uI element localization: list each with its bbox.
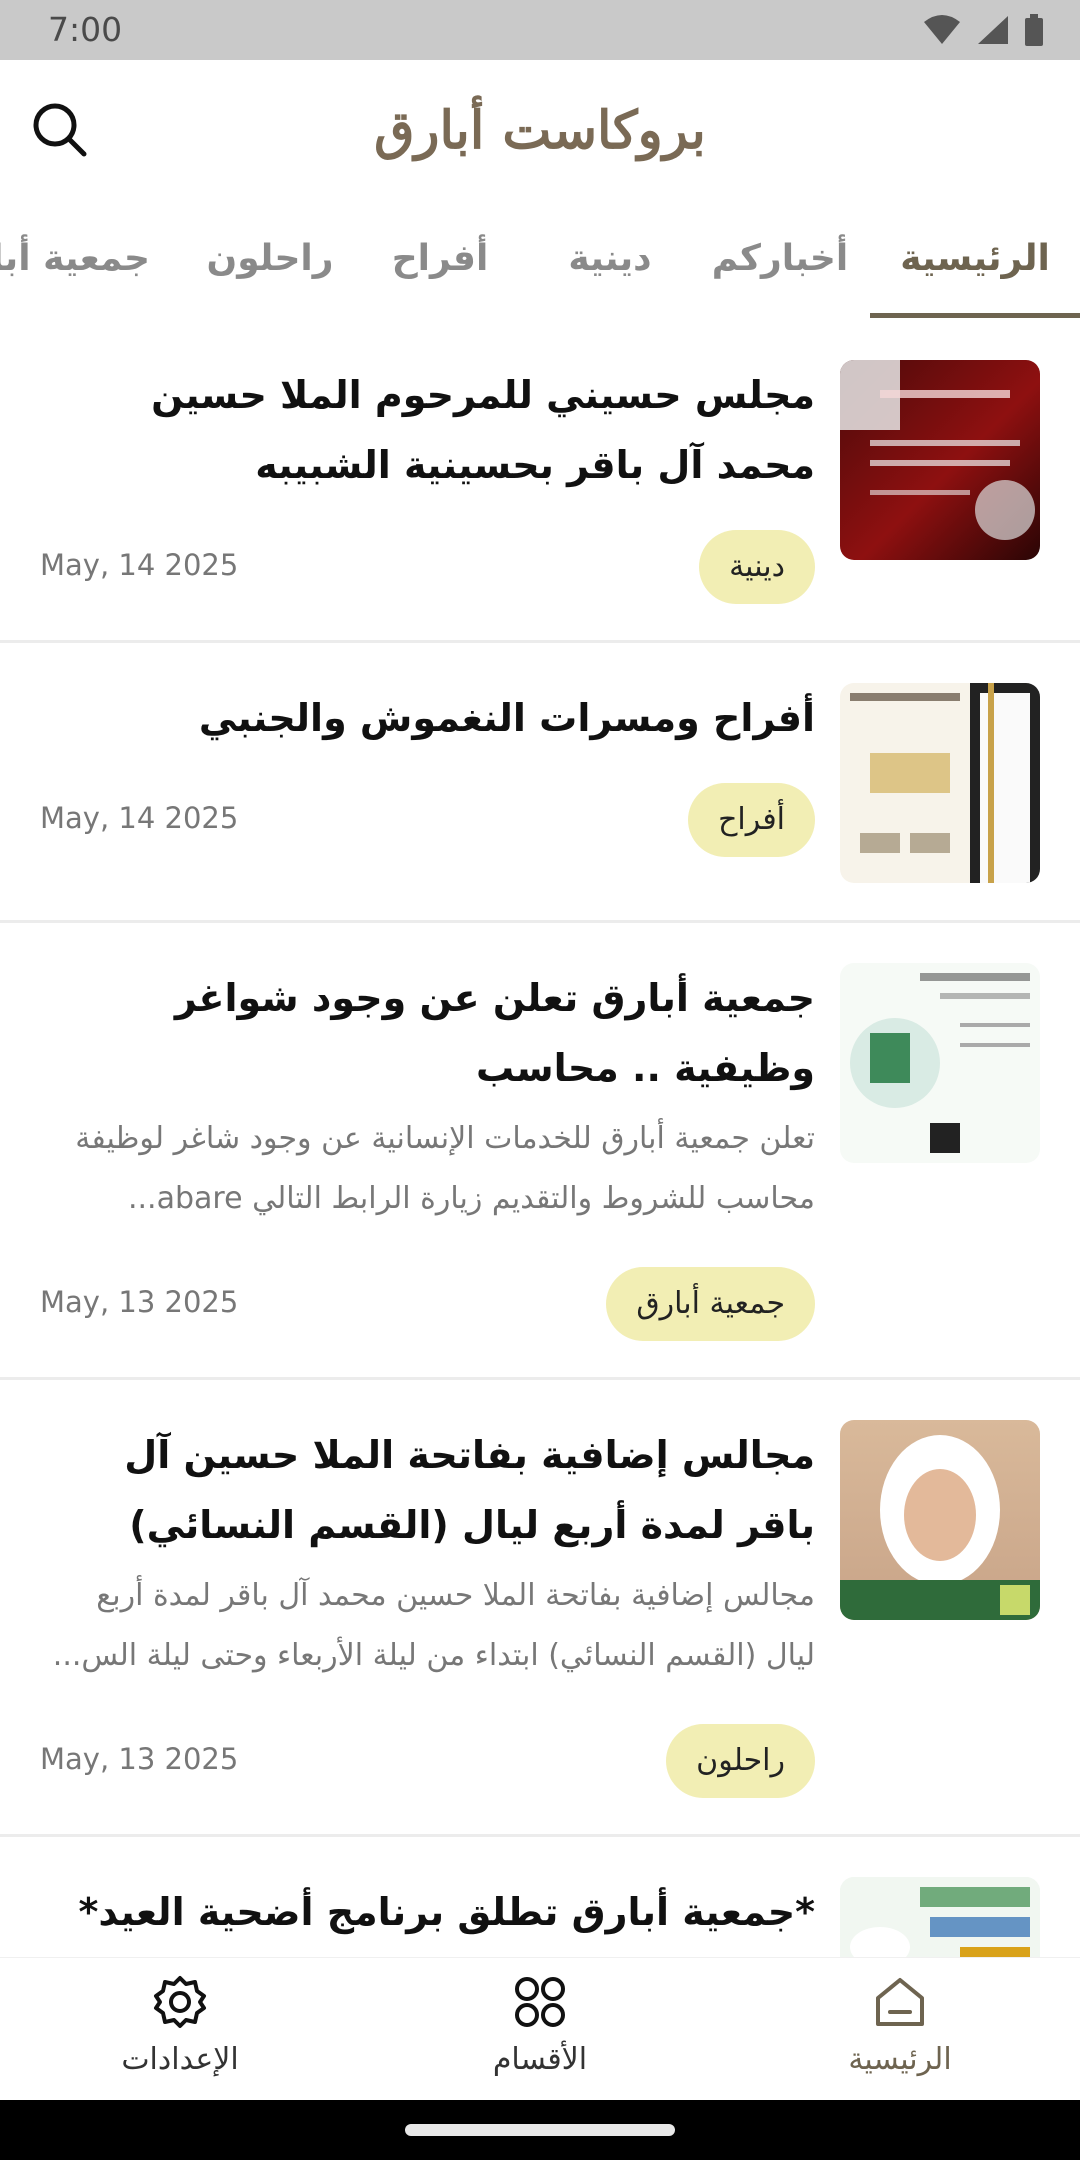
article-title[interactable]: أفراح ومسرات النغموش والجنبي bbox=[40, 683, 815, 753]
tab-abareq-society[interactable]: جمعية أبارق bbox=[0, 200, 150, 317]
nav-home[interactable]: الرئيسية bbox=[720, 1958, 1080, 2101]
system-gesture-bar bbox=[0, 2100, 1080, 2160]
article-thumbnail bbox=[840, 963, 1040, 1163]
wifi-icon bbox=[924, 15, 960, 44]
grid-icon bbox=[515, 1977, 565, 2027]
nav-settings-label: الإعدادات bbox=[121, 2042, 239, 2077]
nav-sections[interactable]: الأقسام bbox=[360, 1958, 720, 2101]
article-card[interactable]: *جمعية أبارق تطلق برنامج أضحية العيد* bbox=[0, 1837, 1080, 1957]
thumbnail-image bbox=[840, 360, 1035, 540]
article-card[interactable]: مجالس إضافية بفاتحة الملا حسين آل باقر ل… bbox=[0, 1380, 1080, 1837]
thumbnail-image bbox=[850, 683, 1040, 883]
bottom-navigation: الإعدادات الأقسام الرئيسية bbox=[0, 1957, 1080, 2101]
article-card[interactable]: مجلس حسيني للمرحوم الملا حسين محمد آل با… bbox=[0, 320, 1080, 643]
article-date: May, 14 2025 bbox=[40, 548, 239, 582]
article-card[interactable]: أفراح ومسرات النغموش والجنبي أفراح May, … bbox=[0, 643, 1080, 923]
category-badge[interactable]: جمعية أبارق bbox=[606, 1267, 815, 1341]
article-card[interactable]: جمعية أبارق تعلن عن وجود شواغر وظيفية ..… bbox=[0, 923, 1080, 1380]
battery-icon bbox=[1025, 14, 1043, 46]
tab-your-news[interactable]: أخباركم bbox=[700, 200, 860, 317]
article-title[interactable]: مجلس حسيني للمرحوم الملا حسين محمد آل با… bbox=[40, 360, 815, 500]
article-thumbnail bbox=[840, 683, 1040, 883]
status-icons bbox=[922, 14, 1044, 46]
category-badge[interactable]: دينية bbox=[699, 530, 815, 604]
thumbnail-image bbox=[840, 963, 1040, 1163]
status-bar: 7:00 bbox=[0, 0, 1080, 60]
home-gesture-handle[interactable] bbox=[405, 2124, 675, 2136]
article-excerpt: مجالس إضافية بفاتحة الملا حسين محمد آل ب… bbox=[52, 1578, 815, 1673]
tab-home[interactable]: الرئيسية bbox=[870, 200, 1080, 317]
app-title: بروكاست أبارق bbox=[374, 100, 706, 161]
tab-religious[interactable]: دينية bbox=[540, 200, 680, 317]
status-time: 7:00 bbox=[48, 10, 123, 49]
article-thumbnail bbox=[840, 1420, 1040, 1620]
tab-weddings[interactable]: أفراح bbox=[380, 200, 500, 317]
nav-home-label: الرئيسية bbox=[848, 2042, 952, 2077]
thumbnail-image bbox=[840, 1877, 1040, 1957]
nav-settings[interactable]: الإعدادات bbox=[0, 1958, 360, 2101]
article-date: May, 13 2025 bbox=[40, 1285, 239, 1319]
article-title[interactable]: *جمعية أبارق تطلق برنامج أضحية العيد* bbox=[40, 1877, 815, 1947]
category-badge[interactable]: أفراح bbox=[688, 783, 815, 857]
article-excerpt: تعلن جمعية أبارق للخدمات الإنسانية عن وج… bbox=[75, 1121, 815, 1216]
article-thumbnail bbox=[840, 1877, 1040, 1957]
gear-icon bbox=[154, 1976, 206, 2028]
article-title[interactable]: مجالس إضافية بفاتحة الملا حسين آل باقر ل… bbox=[40, 1420, 815, 1560]
app-bar: بروكاست أبارق bbox=[0, 60, 1080, 200]
home-icon bbox=[876, 1978, 924, 2026]
category-tabs: الرئيسية أخباركم دينية أفراح راحلون جمعي… bbox=[0, 200, 1080, 323]
article-feed: مجلس حسيني للمرحوم الملا حسين محمد آل با… bbox=[0, 320, 1080, 1957]
article-date: May, 13 2025 bbox=[40, 1742, 239, 1776]
tab-obituaries[interactable]: راحلون bbox=[200, 200, 340, 317]
nav-sections-label: الأقسام bbox=[492, 2042, 588, 2077]
signal-icon bbox=[978, 16, 1008, 44]
article-title[interactable]: جمعية أبارق تعلن عن وجود شواغر وظيفية ..… bbox=[40, 963, 815, 1103]
category-badge[interactable]: راحلون bbox=[666, 1724, 815, 1798]
article-date: May, 14 2025 bbox=[40, 801, 239, 835]
active-tab-indicator bbox=[870, 313, 1080, 318]
thumbnail-image bbox=[840, 1435, 1040, 1620]
article-thumbnail bbox=[840, 360, 1040, 560]
